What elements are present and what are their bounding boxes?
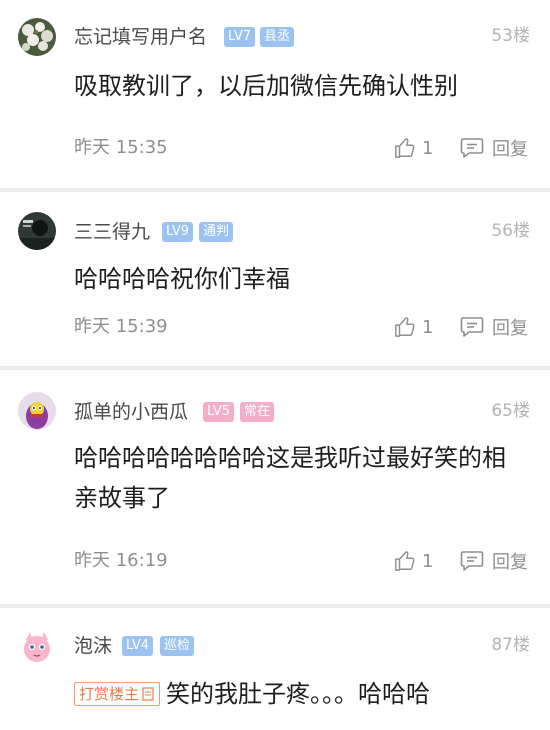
reward-tag-label: 打赏楼主 xyxy=(79,685,140,703)
comment-text-body: 笑的我肚子疼。。。哈哈哈 xyxy=(166,680,431,708)
floor-number: 53楼 xyxy=(491,26,530,46)
username[interactable]: 泡沫 xyxy=(74,634,112,658)
like-button[interactable]: 1 xyxy=(394,134,440,162)
role-badge: 通判 xyxy=(199,222,234,242)
floor-number: 87楼 xyxy=(491,635,530,655)
comment-text: 打赏楼主 笑的我肚子疼。。。哈哈哈 xyxy=(74,674,524,714)
flower-bush-avatar-icon xyxy=(18,18,56,56)
comment-item: 泡沫 LV4 巡检 87楼 打赏楼主 笑的我肚子疼。。。哈哈哈 xyxy=(0,608,550,730)
avatar[interactable] xyxy=(18,392,56,430)
level-badge: LV4 xyxy=(122,636,153,656)
level-badge: LV7 xyxy=(224,27,255,47)
username[interactable]: 忘记填写用户名 xyxy=(74,25,207,49)
reply-label: 回复 xyxy=(492,318,528,339)
receipt-icon xyxy=(142,687,154,701)
avatar[interactable] xyxy=(18,18,56,56)
comment-feed: 忘记填写用户名 LV7 县丞 53楼 吸取教训了，以后加微信先确认性别 昨天 1… xyxy=(0,0,550,730)
comment-item: 忘记填写用户名 LV7 县丞 53楼 吸取教训了，以后加微信先确认性别 昨天 1… xyxy=(0,0,550,188)
dark-photo-avatar-icon xyxy=(18,212,56,250)
reply-label: 回复 xyxy=(492,139,528,160)
reply-button[interactable]: 回复 xyxy=(460,547,534,575)
reply-button[interactable]: 回复 xyxy=(460,134,534,162)
role-badge: 县丞 xyxy=(260,27,295,47)
pink-puff-avatar-icon xyxy=(18,628,56,666)
comment-time: 昨天 15:35 xyxy=(74,137,168,158)
username[interactable]: 三三得九 xyxy=(74,220,150,244)
username[interactable]: 孤单的小西瓜 xyxy=(74,400,188,424)
thumbs-up-icon xyxy=(395,551,415,571)
avatar[interactable] xyxy=(18,628,56,666)
level-badge: LV5 xyxy=(203,402,234,422)
reply-button[interactable]: 回复 xyxy=(460,313,534,341)
reward-tag: 打赏楼主 xyxy=(74,682,161,706)
floor-number: 65楼 xyxy=(491,401,530,421)
thumbs-up-icon xyxy=(395,138,415,158)
comment-text: 吸取教训了，以后加微信先确认性别 xyxy=(74,72,458,100)
comment-item: 三三得九 LV9 通判 56楼 哈哈哈哈祝你们幸福 昨天 15:39 1 回复 xyxy=(0,192,550,366)
like-count: 1 xyxy=(422,316,434,338)
comment-bubble-icon xyxy=(460,551,484,571)
comment-time: 昨天 16:19 xyxy=(74,550,168,571)
avatar[interactable] xyxy=(18,212,56,250)
like-count: 1 xyxy=(422,550,434,572)
cartoon-character-avatar-icon xyxy=(18,392,56,430)
comment-time: 昨天 15:39 xyxy=(74,316,168,337)
comment-item: 孤单的小西瓜 LV5 常在 65楼 哈哈哈哈哈哈哈哈这是我听过最好笑的相亲故事了… xyxy=(0,370,550,604)
comment-text: 哈哈哈哈哈哈哈哈这是我听过最好笑的相亲故事了 xyxy=(74,444,506,512)
like-count: 1 xyxy=(422,137,434,159)
thumbs-up-icon xyxy=(395,317,415,337)
floor-number: 56楼 xyxy=(491,221,530,241)
comment-text: 哈哈哈哈祝你们幸福 xyxy=(74,265,290,293)
like-button[interactable]: 1 xyxy=(394,547,440,575)
comment-bubble-icon xyxy=(460,138,484,158)
role-badge: 常在 xyxy=(240,402,275,422)
level-badge: LV9 xyxy=(162,222,193,242)
reply-label: 回复 xyxy=(492,552,528,573)
role-badge: 巡检 xyxy=(160,636,195,656)
comment-bubble-icon xyxy=(460,317,484,337)
like-button[interactable]: 1 xyxy=(394,313,440,341)
